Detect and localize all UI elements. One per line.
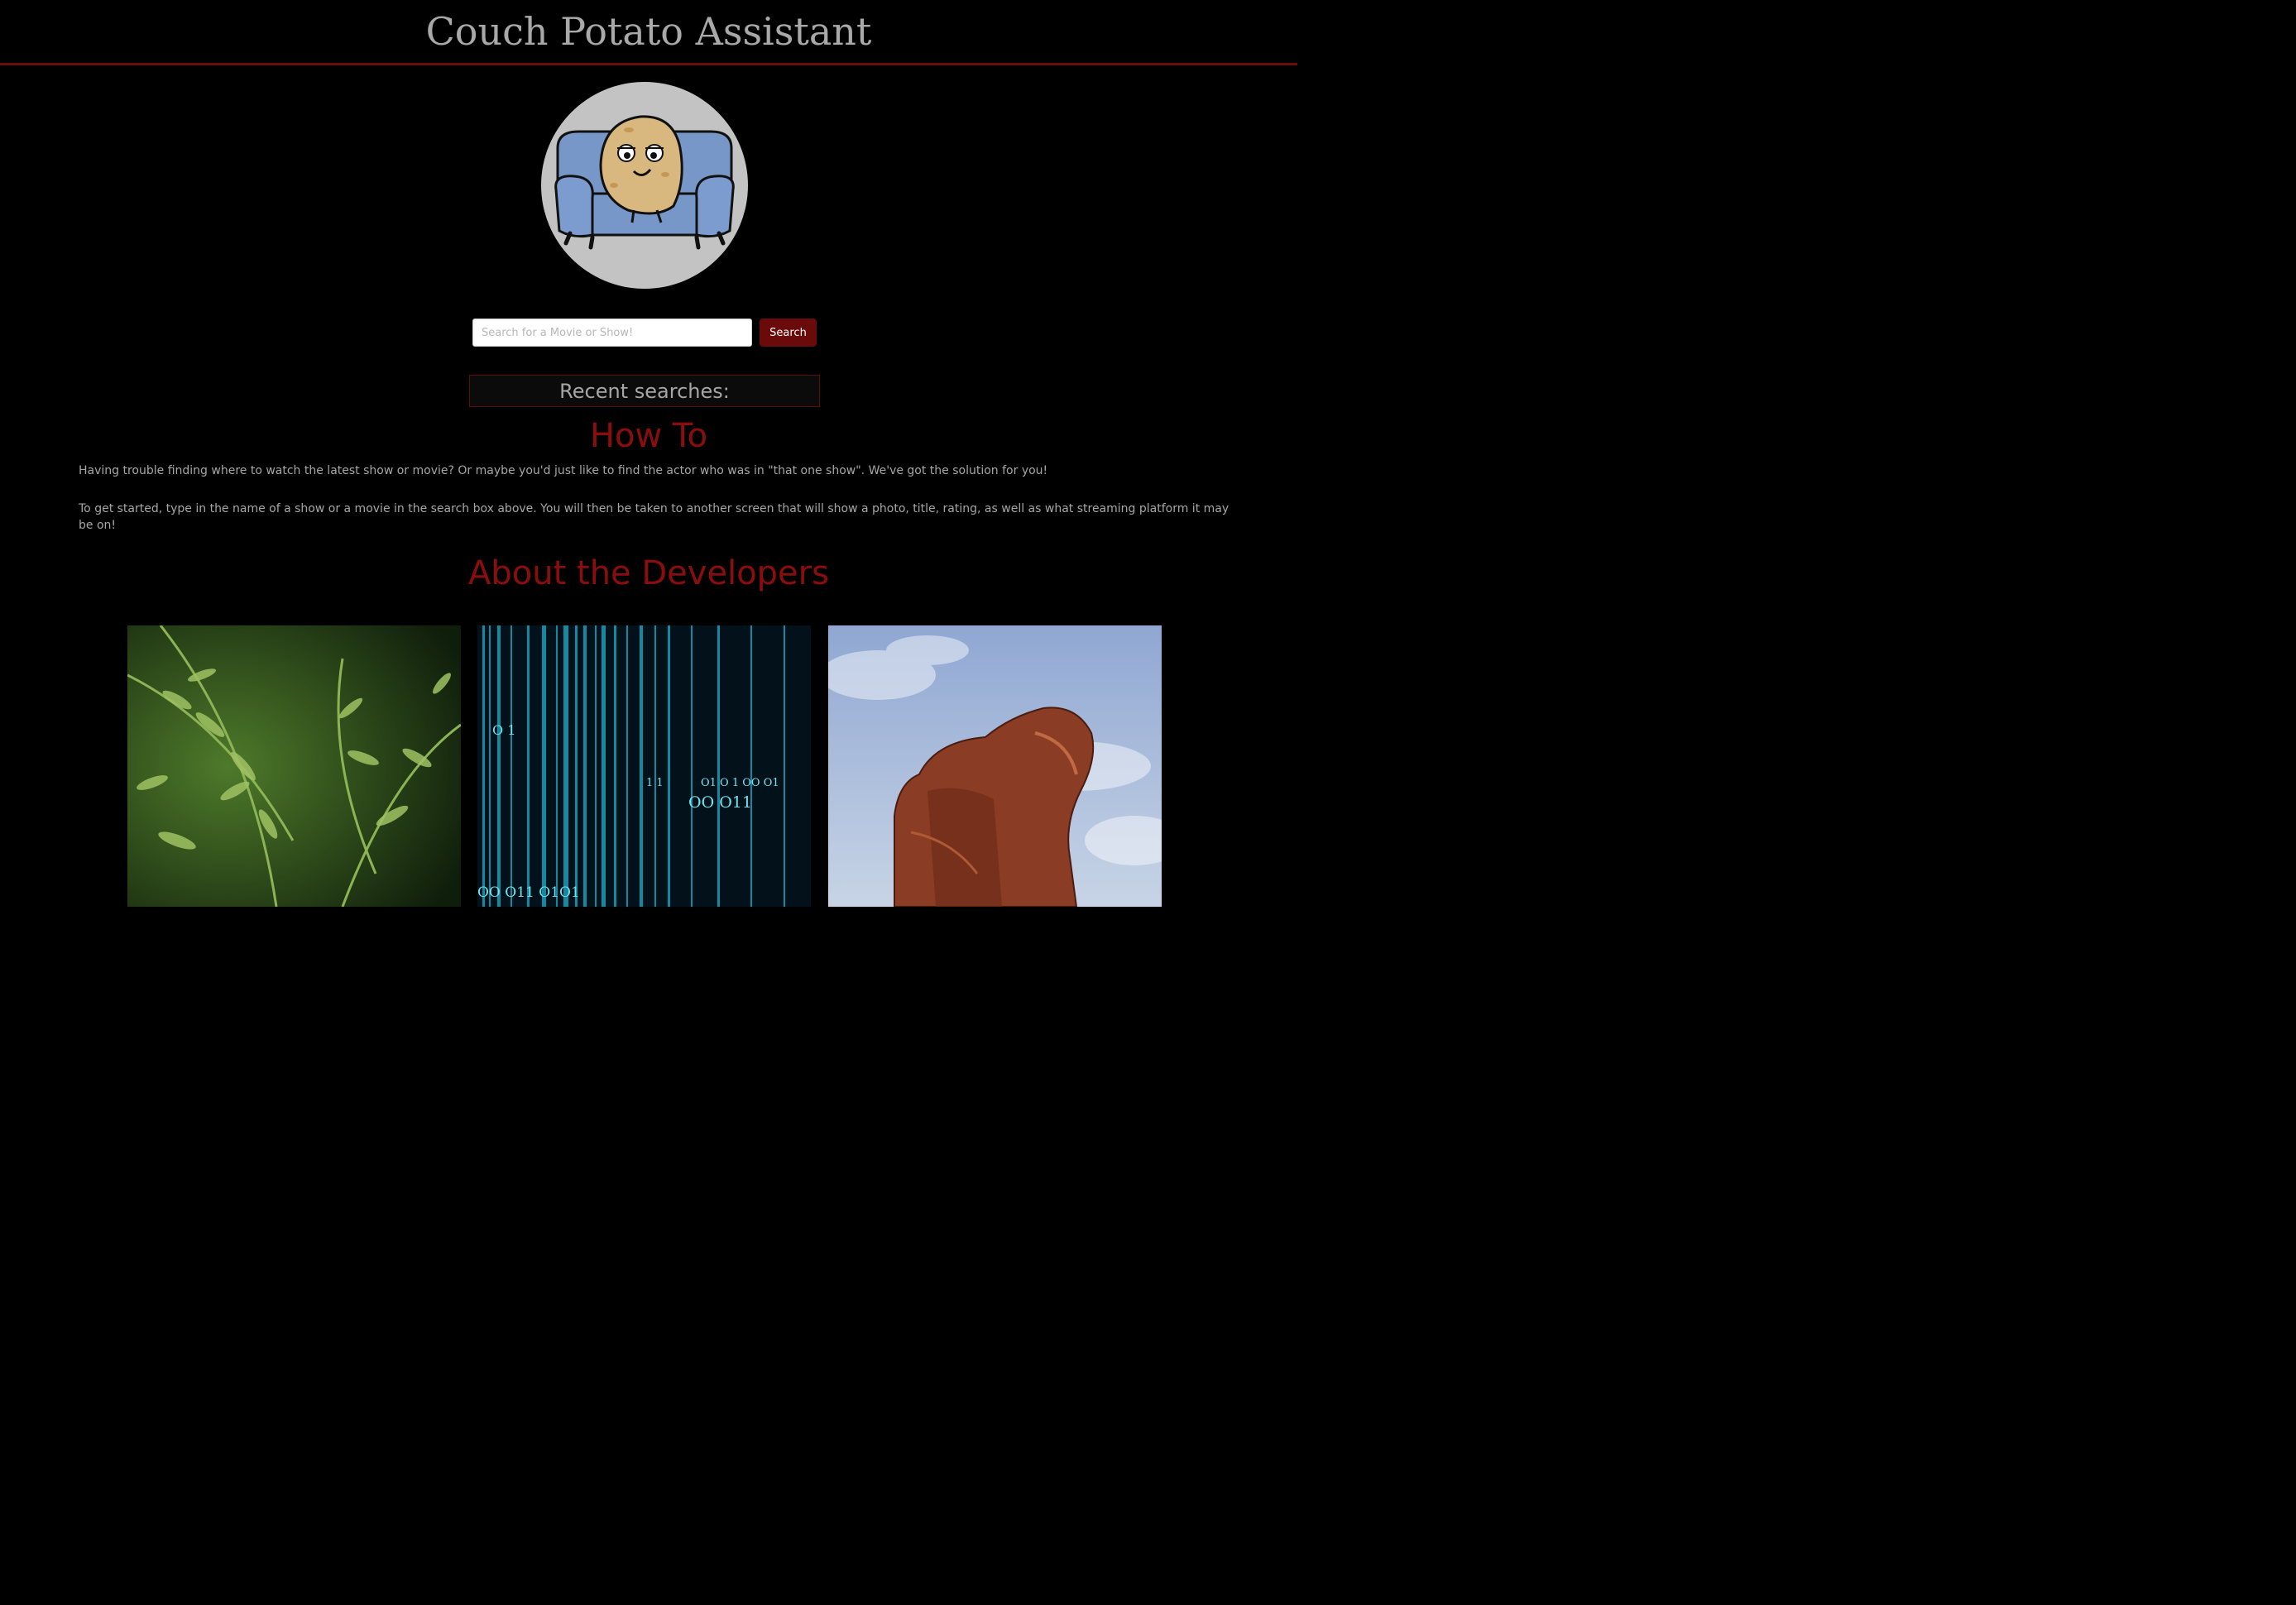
couch-potato-logo xyxy=(541,82,748,289)
developer-card-image-rock xyxy=(828,625,1162,907)
page-title: Couch Potato Assistant xyxy=(425,9,872,54)
svg-text:OO O11 O1O1: OO O11 O1O1 xyxy=(477,884,580,901)
how-to-intro-text: Having trouble finding where to watch th… xyxy=(79,464,1048,477)
svg-text:O 1: O 1 xyxy=(492,722,515,738)
svg-text:O1 O 1 OO O1: O1 O 1 OO O1 xyxy=(701,777,779,789)
search-input[interactable] xyxy=(472,319,752,347)
svg-text:OO O11: OO O11 xyxy=(688,793,752,812)
how-to-heading: How To xyxy=(589,417,708,455)
search-button[interactable]: Search xyxy=(760,319,817,347)
site-header: Couch Potato Assistant xyxy=(0,0,1297,65)
developer-card-image-binary: O 1 1 1 O1 O 1 OO O1 OO O11 OO O11 O1O1 xyxy=(477,625,811,907)
developer-card-image-fern xyxy=(127,625,461,907)
how-to-instructions-text: To get started, type in the name of a sh… xyxy=(79,502,1229,532)
recent-searches-panel: Recent searches: xyxy=(469,375,820,407)
svg-text:1 1: 1 1 xyxy=(646,777,664,789)
about-developers-heading: About the Developers xyxy=(468,554,829,592)
